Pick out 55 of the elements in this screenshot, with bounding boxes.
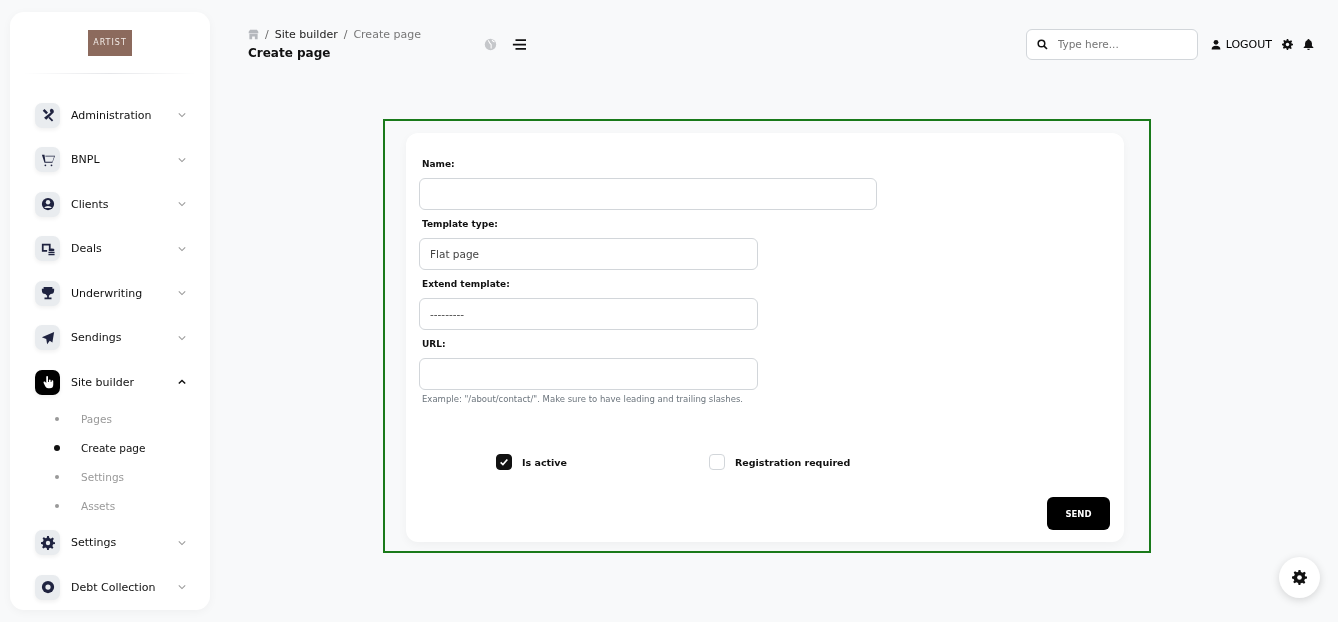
search-icon [1036, 38, 1048, 50]
sidebar-label: Administration [71, 108, 153, 122]
breadcrumb-item[interactable]: Site builder [274, 28, 338, 41]
input-field[interactable] [419, 358, 758, 390]
submenu-item[interactable]: Create page [10, 433, 210, 463]
breadcrumb-separator: / [343, 28, 348, 41]
sidebar-label: Settings [71, 536, 118, 550]
bell-icon[interactable] [1303, 38, 1314, 50]
page-title: Create page [248, 46, 332, 60]
cart-icon [40, 152, 55, 167]
input-field[interactable] [419, 178, 877, 210]
sidebar-label: BNPL [71, 153, 101, 167]
sidebar-label: Underwriting [71, 286, 144, 300]
settings-icon[interactable] [1282, 38, 1293, 50]
settings-button[interactable] [1279, 557, 1320, 598]
sidebar-item[interactable]: Underwriting [10, 271, 210, 316]
sidebar-label: Sendings [71, 331, 123, 345]
tools-icon [40, 108, 55, 123]
input-field[interactable]: --------- [419, 298, 758, 330]
logout-button[interactable]: LOGOUT [1210, 37, 1272, 51]
sidebar-item[interactable]: Sendings [10, 315, 210, 360]
sidebar-label: Site builder [71, 375, 135, 389]
sidebar-item[interactable]: Site builder [10, 360, 210, 405]
sidebar-item[interactable]: Deals [10, 226, 210, 271]
field-label: Name: [422, 159, 456, 169]
checkbox-option[interactable]: Is active [496, 454, 567, 470]
menu-icon[interactable] [512, 38, 526, 50]
sidebar-item[interactable]: BNPL [10, 137, 210, 182]
breadcrumb-separator: / [265, 28, 269, 41]
checkbox[interactable] [496, 454, 512, 470]
lifebuoy-icon [40, 580, 55, 595]
breadcrumb-item: Create page [353, 28, 421, 41]
gear-icon [1292, 570, 1307, 585]
sidebar-label: Clients [71, 197, 110, 211]
send-button[interactable]: SEND [1047, 497, 1110, 530]
help-text: Example: "/about/contact/". Make sure to have leading and trailing slashes. [422, 394, 745, 404]
input-field[interactable]: Flat page [419, 238, 758, 270]
logo: ARTIST [88, 30, 132, 56]
checkmark-icon [499, 457, 509, 467]
sidebar-item[interactable]: Clients [10, 182, 210, 227]
field-label: URL: [422, 339, 447, 349]
sidebar-item[interactable]: Settings [10, 520, 210, 565]
field-label: Template type: [422, 219, 499, 229]
sidebar-label: Deals [71, 242, 103, 256]
paper-plane-icon [40, 330, 55, 345]
sidebar-item[interactable]: Debt Collection [10, 565, 210, 610]
sidebar-label: Debt Collection [71, 580, 157, 594]
sidebar-item[interactable]: Administration [10, 93, 210, 138]
trophy-icon [40, 286, 55, 301]
field-label: Extend template: [422, 279, 511, 289]
checkbox-option[interactable]: Registration required [709, 454, 851, 470]
user-icon [1210, 38, 1221, 50]
user-circle-icon [40, 197, 55, 212]
search-field[interactable]: Type here... [1025, 28, 1198, 60]
gear-icon [40, 535, 55, 550]
